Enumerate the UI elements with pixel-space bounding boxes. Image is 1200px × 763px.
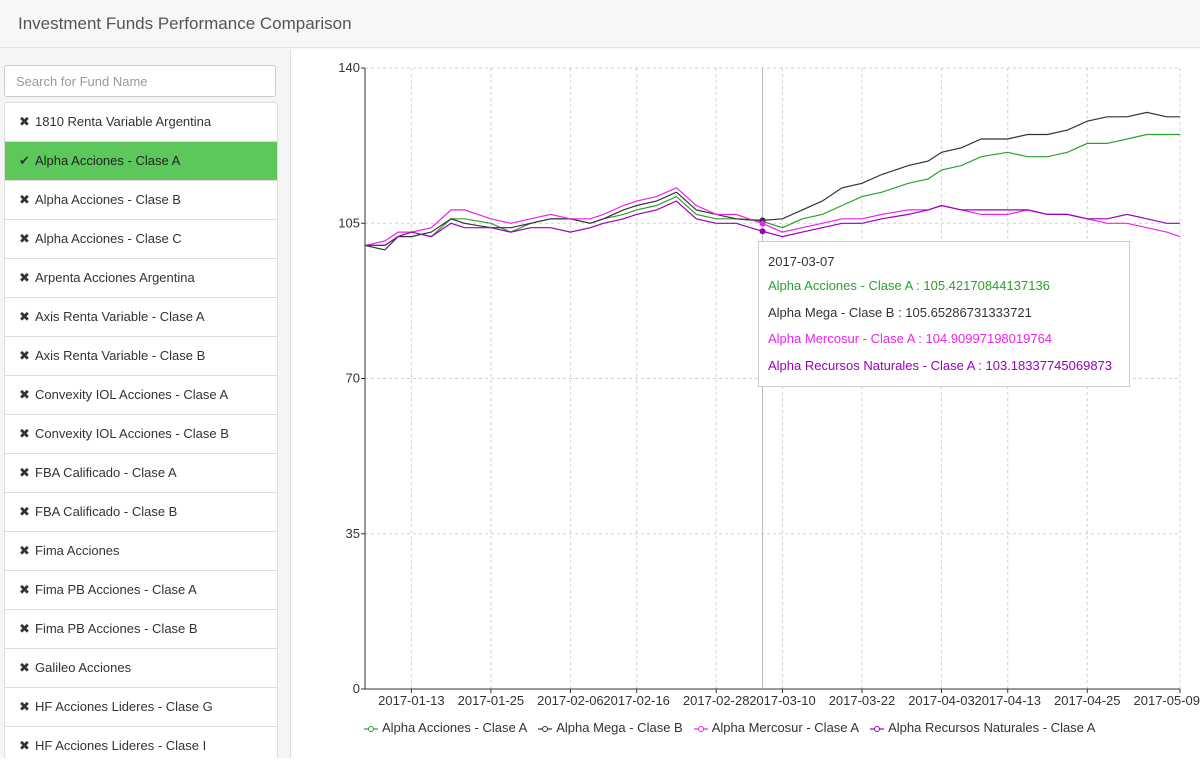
legend-item[interactable]: Alpha Acciones - Clase A bbox=[364, 720, 527, 735]
tooltip-row: Alpha Recursos Naturales - Clase A : 103… bbox=[768, 358, 1120, 385]
tooltip-row: Alpha Mercosur - Clase A : 104.909971980… bbox=[768, 331, 1120, 358]
x-icon: ✖ bbox=[19, 493, 35, 531]
hover-point bbox=[760, 228, 766, 234]
fund-item-label: Alpha Acciones - Clase B bbox=[35, 192, 181, 207]
x-icon: ✖ bbox=[19, 649, 35, 687]
legend-item[interactable]: Alpha Mega - Clase B bbox=[538, 720, 682, 735]
tooltip-row: Alpha Acciones - Clase A : 105.421708441… bbox=[768, 278, 1120, 305]
legend-line-icon bbox=[364, 724, 378, 734]
series-line bbox=[365, 135, 1180, 246]
x-icon: ✖ bbox=[19, 532, 35, 570]
x-icon: ✖ bbox=[19, 337, 35, 375]
fund-item-label: HF Acciones Lideres - Clase I bbox=[35, 738, 206, 753]
fund-item-label: HF Acciones Lideres - Clase G bbox=[35, 699, 213, 714]
x-icon: ✖ bbox=[19, 298, 35, 336]
x-tick-label: 2017-04-13 bbox=[974, 693, 1041, 708]
fund-item[interactable]: ✖Axis Renta Variable - Clase A bbox=[5, 298, 277, 337]
app-title: Investment Funds Performance Comparison bbox=[18, 14, 352, 34]
y-tick-label: 105 bbox=[338, 215, 360, 230]
y-tick-label: 70 bbox=[346, 371, 360, 386]
fund-item[interactable]: ✖Fima PB Acciones - Clase A bbox=[5, 571, 277, 610]
x-icon: ✖ bbox=[19, 454, 35, 492]
fund-sidebar: ✖1810 Renta Variable Argentina✔Alpha Acc… bbox=[0, 49, 291, 758]
series-line bbox=[365, 188, 1180, 246]
fund-item[interactable]: ✖Alpha Acciones - Clase B bbox=[5, 181, 277, 220]
fund-list: ✖1810 Renta Variable Argentina✔Alpha Acc… bbox=[4, 102, 278, 758]
fund-item-label: Fima PB Acciones - Clase A bbox=[35, 582, 197, 597]
x-tick-label: 2017-02-06 bbox=[537, 693, 604, 708]
x-icon: ✖ bbox=[19, 220, 35, 258]
fund-item-label: Axis Renta Variable - Clase B bbox=[35, 348, 205, 363]
legend-label: Alpha Mega - Clase B bbox=[556, 720, 682, 735]
fund-item-label: Convexity IOL Acciones - Clase B bbox=[35, 426, 229, 441]
fund-item[interactable]: ✖HF Acciones Lideres - Clase G bbox=[5, 688, 277, 727]
legend-item[interactable]: Alpha Mercosur - Clase A bbox=[694, 720, 859, 735]
hover-point bbox=[760, 221, 766, 227]
fund-item[interactable]: ✖HF Acciones Lideres - Clase I bbox=[5, 727, 277, 758]
x-tick-label: 2017-02-16 bbox=[603, 693, 670, 708]
fund-item[interactable]: ✖Galileo Acciones bbox=[5, 649, 277, 688]
tooltip-date: 2017-03-07 bbox=[768, 254, 1120, 269]
y-tick-label: 140 bbox=[338, 60, 360, 75]
fund-item[interactable]: ✖Arpenta Acciones Argentina bbox=[5, 259, 277, 298]
fund-item-label: Fima PB Acciones - Clase B bbox=[35, 621, 198, 636]
legend-line-icon bbox=[538, 724, 552, 734]
fund-item[interactable]: ✖FBA Calificado - Clase B bbox=[5, 493, 277, 532]
fund-item[interactable]: ✖Fima Acciones bbox=[5, 532, 277, 571]
top-navbar: Investment Funds Performance Comparison bbox=[0, 0, 1200, 48]
tooltip-row: Alpha Mega - Clase B : 105.6528673133372… bbox=[768, 305, 1120, 332]
chart-legend: Alpha Acciones - Clase A Alpha Mega - Cla… bbox=[364, 720, 1184, 738]
legend-item[interactable]: Alpha Recursos Naturales - Clase A bbox=[870, 720, 1095, 735]
x-icon: ✖ bbox=[19, 688, 35, 726]
check-icon: ✔ bbox=[19, 142, 35, 180]
x-tick-label: 2017-04-25 bbox=[1054, 693, 1121, 708]
x-tick-label: 2017-01-25 bbox=[458, 693, 524, 708]
chart-panel: 0 35 70 105 140 2017-01-13 2017-01-25 2017-02-0… bbox=[292, 49, 1200, 758]
performance-chart: 0 35 70 105 140 2017-01-13 2017-01-25 2017-02-0… bbox=[292, 49, 1200, 758]
x-tick-label: 2017-03-22 bbox=[829, 693, 896, 708]
fund-item[interactable]: ✖1810 Renta Variable Argentina bbox=[5, 103, 277, 142]
fund-item[interactable]: ✖Alpha Acciones - Clase C bbox=[5, 220, 277, 259]
x-icon: ✖ bbox=[19, 103, 35, 141]
legend-label: Alpha Mercosur - Clase A bbox=[712, 720, 859, 735]
legend-line-icon bbox=[694, 724, 708, 734]
fund-item-label: Alpha Acciones - Clase C bbox=[35, 231, 182, 246]
fund-search-input[interactable] bbox=[4, 65, 276, 97]
fund-item-label: Convexity IOL Acciones - Clase A bbox=[35, 387, 228, 402]
x-icon: ✖ bbox=[19, 610, 35, 648]
fund-item[interactable]: ✔Alpha Acciones - Clase A bbox=[5, 142, 277, 181]
fund-item-label: Arpenta Acciones Argentina bbox=[35, 270, 195, 285]
fund-item-label: Fima Acciones bbox=[35, 543, 120, 558]
x-icon: ✖ bbox=[19, 727, 35, 758]
fund-item-label: Alpha Acciones - Clase A bbox=[35, 153, 180, 168]
fund-item[interactable]: ✖Convexity IOL Acciones - Clase A bbox=[5, 376, 277, 415]
fund-item[interactable]: ✖FBA Calificado - Clase A bbox=[5, 454, 277, 493]
fund-item-label: 1810 Renta Variable Argentina bbox=[35, 114, 211, 129]
x-icon: ✖ bbox=[19, 571, 35, 609]
fund-item-label: Axis Renta Variable - Clase A bbox=[35, 309, 205, 324]
y-tick-label: 0 bbox=[353, 681, 360, 696]
x-tick-label: 2017-02-28 bbox=[683, 693, 750, 708]
x-icon: ✖ bbox=[19, 415, 35, 453]
x-icon: ✖ bbox=[19, 259, 35, 297]
chart-tooltip: 2017-03-07 Alpha Acciones - Clase A : 10… bbox=[758, 241, 1130, 387]
x-tick-label: 2017-03-10 bbox=[749, 693, 816, 708]
fund-item[interactable]: ✖Fima PB Acciones - Clase B bbox=[5, 610, 277, 649]
fund-item-label: FBA Calificado - Clase A bbox=[35, 465, 177, 480]
legend-label: Alpha Recursos Naturales - Clase A bbox=[888, 720, 1095, 735]
legend-line-icon bbox=[870, 724, 884, 734]
x-tick-label: 2017-05-09 bbox=[1134, 693, 1200, 708]
series-line bbox=[365, 112, 1180, 250]
y-tick-label: 35 bbox=[346, 526, 360, 541]
fund-item[interactable]: ✖Convexity IOL Acciones - Clase B bbox=[5, 415, 277, 454]
x-tick-label: 2017-04-03 bbox=[908, 693, 975, 708]
x-icon: ✖ bbox=[19, 376, 35, 414]
x-tick-label: 2017-01-13 bbox=[378, 693, 445, 708]
legend-label: Alpha Acciones - Clase A bbox=[382, 720, 527, 735]
fund-item-label: FBA Calificado - Clase B bbox=[35, 504, 177, 519]
x-icon: ✖ bbox=[19, 181, 35, 219]
fund-item[interactable]: ✖Axis Renta Variable - Clase B bbox=[5, 337, 277, 376]
fund-item-label: Galileo Acciones bbox=[35, 660, 131, 675]
